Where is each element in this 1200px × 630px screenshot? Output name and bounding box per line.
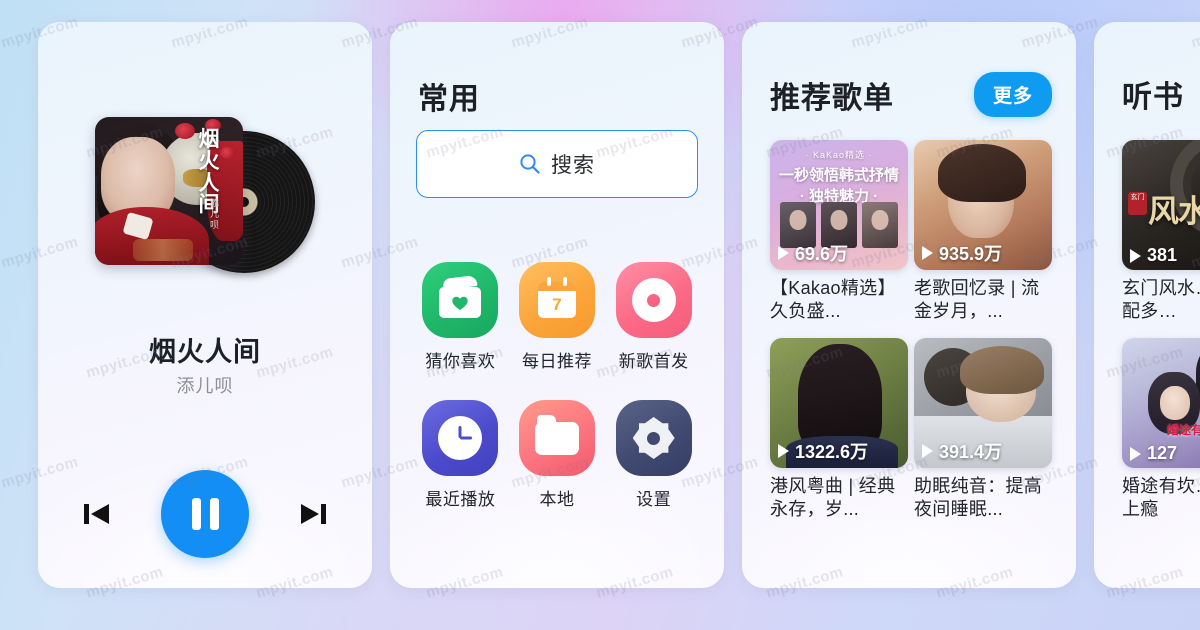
shortcut-label: 新歌首发 <box>618 352 689 371</box>
portrait-green-thumbnail: 1322.6万 <box>770 338 908 468</box>
portrait-warm-thumbnail: 935.9万 <box>914 140 1052 270</box>
shortcut-new-releases[interactable]: 新歌首发 <box>605 262 702 372</box>
play-icon <box>922 246 933 260</box>
shortcut-label: 设置 <box>636 490 672 509</box>
shortcut-local[interactable]: 本地 <box>509 400 606 510</box>
play-icon <box>1130 248 1141 263</box>
thumbnail-tag: · KaKao精选 · <box>805 150 873 160</box>
audiobook-card-title: 听书 <box>1122 81 1184 114</box>
audiobook-name: 婚途有坎…裁吃上瘾 <box>1122 476 1200 519</box>
prev-track-icon[interactable] <box>81 499 113 529</box>
disc-icon <box>615 262 692 338</box>
thumbnail-title: 婚途有坎 <box>1166 423 1200 437</box>
kakao-promo-thumbnail: · KaKao精选 · 一秒领悟韩式抒情 · 独特魅力 · 69.6万 <box>770 140 908 270</box>
play-icon <box>778 444 789 458</box>
shortcut-label: 每日推荐 <box>521 352 592 371</box>
romance-book-thumbnail: 婚途有坎 127 <box>1122 338 1200 468</box>
audiobook-name: 玄门风水… | 精配多… <box>1122 278 1200 321</box>
playlist-name: 【Kakao精选】久负盛... <box>770 278 896 321</box>
audiobook-card: 听书 玄门 风水 381 玄门风水… | 精配多… <box>1094 22 1200 588</box>
play-count-value: 69.6万 <box>795 244 849 264</box>
playlist-name: 港风粤曲 | 经典永存，岁... <box>770 476 896 519</box>
fengshui-book-thumbnail: 玄门 风水 381 <box>1122 140 1200 270</box>
thumbnail-seal: 玄门 <box>1128 192 1147 215</box>
playlist-item[interactable]: 391.4万 助眠纯音：提高夜间睡眠... <box>914 338 1052 520</box>
album-art-image: 烟火人间 添儿呗 <box>95 117 243 265</box>
album-art-container[interactable]: 烟火人间 添儿呗 <box>95 117 315 287</box>
play-icon <box>1130 446 1141 461</box>
pause-icon <box>191 498 219 530</box>
shortcut-label: 本地 <box>539 490 575 509</box>
playlist-card: 推荐歌单 更多 · KaKao精选 · 一秒领悟韩式抒情 · 独特魅力 · 69… <box>742 22 1076 588</box>
audiobook-grid: 玄门 风水 381 玄门风水… | 精配多… 婚途有坎 <box>1122 140 1200 520</box>
search-input[interactable]: 搜索 <box>416 130 698 198</box>
playlist-item[interactable]: 935.9万 老歌回忆录 | 流金岁月，... <box>914 140 1052 322</box>
common-card: 常用 搜索 猜你喜欢 7 每日推荐 新歌首发 最近播放 本地 设置 <box>390 22 724 588</box>
thumbnail-title: 风水 <box>1148 194 1200 229</box>
play-count: 391.4万 <box>922 438 1046 464</box>
play-count: 127 <box>1130 443 1200 464</box>
play-icon <box>922 444 933 458</box>
shortcut-label: 最近播放 <box>425 490 496 509</box>
search-placeholder: 搜索 <box>551 154 595 177</box>
thumbnail-line-1: 一秒领悟韩式抒情 <box>778 167 899 184</box>
shortcut-settings[interactable]: 设置 <box>605 400 702 510</box>
playlist-card-title: 推荐歌单 <box>770 81 894 115</box>
folder-icon <box>518 400 595 476</box>
pause-button[interactable] <box>161 470 249 558</box>
song-artist: 添儿呗 <box>176 376 234 396</box>
play-count: 381 <box>1130 245 1200 266</box>
play-count-value: 935.9万 <box>939 244 1003 264</box>
audiobook-item[interactable]: 玄门 风水 381 玄门风水… | 精配多… <box>1122 140 1200 322</box>
radio-heart-icon <box>422 262 499 338</box>
playlist-item[interactable]: 1322.6万 港风粤曲 | 经典永存，岁... <box>770 338 908 520</box>
shortcut-recently-played[interactable]: 最近播放 <box>412 400 509 510</box>
clock-icon <box>422 400 499 476</box>
playlist-name: 助眠纯音：提高夜间睡眠... <box>914 476 1043 519</box>
playlist-name: 老歌回忆录 | 流金岁月，... <box>914 278 1040 321</box>
play-icon <box>778 246 789 260</box>
card-strip: 烟火人间 添儿呗 烟火人间 添儿呗 常用 搜索 猜你喜欢 7 每日推荐 新歌首发… <box>0 22 1200 588</box>
shortcut-grid: 猜你喜欢 7 每日推荐 新歌首发 最近播放 本地 设置 <box>412 262 702 510</box>
calendar-icon: 7 <box>518 262 595 338</box>
play-count-value: 1322.6万 <box>795 442 869 462</box>
song-title: 烟火人间 <box>149 337 261 367</box>
now-playing-card: 烟火人间 添儿呗 烟火人间 添儿呗 <box>38 22 372 588</box>
play-count: 1322.6万 <box>778 438 902 464</box>
sleeping-couple-thumbnail: 391.4万 <box>914 338 1052 468</box>
play-count-value: 127 <box>1147 443 1178 463</box>
playlist-card-header: 推荐歌单 更多 <box>770 72 1052 117</box>
shortcut-label: 猜你喜欢 <box>425 352 496 371</box>
search-icon <box>520 154 540 174</box>
play-count-value: 381 <box>1147 245 1178 265</box>
shortcut-guess-you-like[interactable]: 猜你喜欢 <box>412 262 509 372</box>
calendar-day-badge: 7 <box>552 295 562 314</box>
playlist-grid: · KaKao精选 · 一秒领悟韩式抒情 · 独特魅力 · 69.6万 【Kak… <box>770 140 1052 520</box>
common-card-title: 常用 <box>418 83 480 116</box>
gear-icon <box>615 400 692 476</box>
play-count-value: 391.4万 <box>939 442 1003 462</box>
play-count: 935.9万 <box>922 240 1046 266</box>
shortcut-daily-recommend[interactable]: 7 每日推荐 <box>509 262 606 372</box>
player-controls <box>38 470 372 558</box>
next-track-icon[interactable] <box>297 499 329 529</box>
play-count: 69.6万 <box>778 240 902 266</box>
album-art-artist: 添儿呗 <box>209 198 219 231</box>
more-button[interactable]: 更多 <box>973 72 1052 117</box>
audiobook-item[interactable]: 婚途有坎 127 婚途有坎…裁吃上瘾 <box>1122 338 1200 520</box>
playlist-item[interactable]: · KaKao精选 · 一秒领悟韩式抒情 · 独特魅力 · 69.6万 【Kak… <box>770 140 908 322</box>
